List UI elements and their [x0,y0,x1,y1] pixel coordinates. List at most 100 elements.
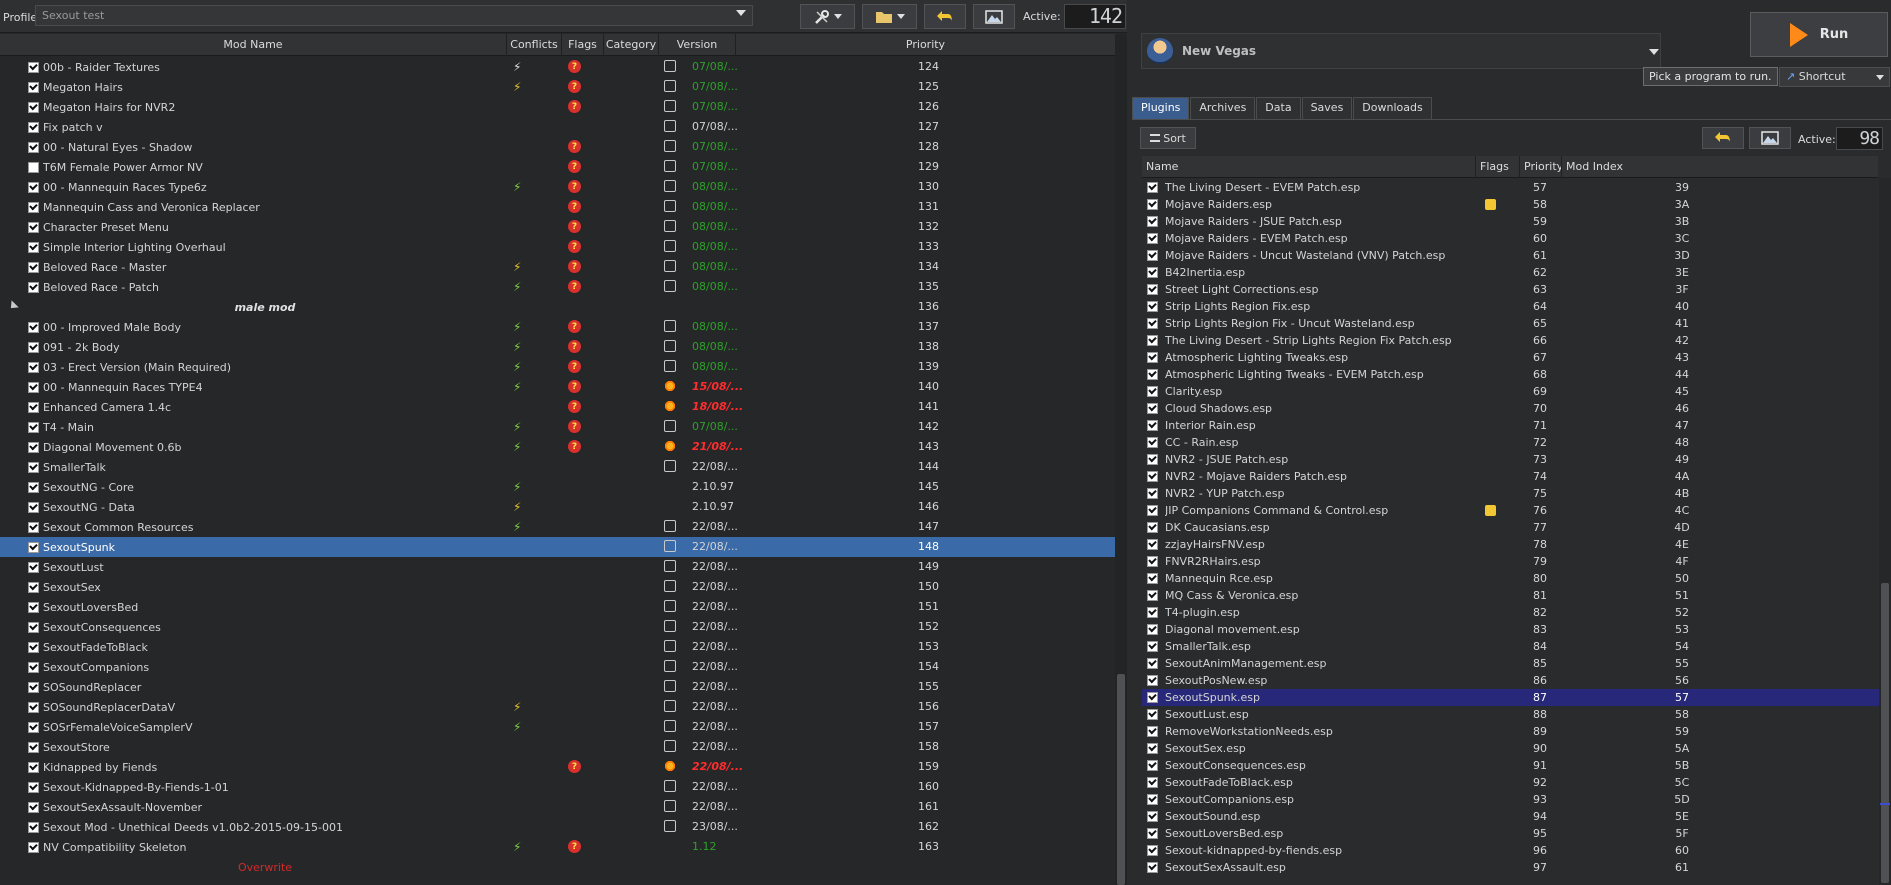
mod-row[interactable]: 00b - Raider Textures ⚡ 07/08/... 124 [0,57,1115,77]
mod-checkbox[interactable] [28,841,39,853]
plugin-row[interactable]: zzjayHairsFNV.esp 78 4E [1142,536,1888,553]
plugin-row[interactable]: Interior Rain.esp 71 47 [1142,417,1888,434]
mod-checkbox[interactable] [28,541,39,553]
plugin-checkbox[interactable] [1147,845,1158,856]
plugin-row[interactable]: SexoutLust.esp 88 58 [1142,706,1888,723]
plugin-checkbox[interactable] [1147,284,1158,295]
tools-button[interactable] [800,4,855,29]
mod-row[interactable]: SexoutSex 22/08/... 150 [0,577,1115,597]
run-button[interactable]: Run [1750,12,1888,57]
plugin-checkbox[interactable] [1147,726,1158,737]
plugin-checkbox[interactable] [1147,658,1158,669]
plugin-checkbox[interactable] [1147,556,1158,567]
plugin-row[interactable]: MQ Cass & Veronica.esp 81 51 [1142,587,1888,604]
plugin-row[interactable]: DK Caucasians.esp 77 4D [1142,519,1888,536]
plugin-checkbox[interactable] [1147,267,1158,278]
plugin-row[interactable]: RemoveWorkstationNeeds.esp 89 59 [1142,723,1888,740]
plugin-checkbox[interactable] [1147,624,1158,635]
mod-checkbox[interactable] [28,401,39,413]
plugin-row[interactable]: SexoutSex.esp 90 5A [1142,740,1888,757]
plugin-checkbox[interactable] [1147,386,1158,397]
plugin-row[interactable]: The Living Desert - Strip Lights Region … [1142,332,1888,349]
mod-row[interactable]: Kidnapped by Fiends 22/08/... 159 [0,757,1115,777]
plugin-row[interactable]: SexoutLoversBed.esp 95 5F [1142,825,1888,842]
mod-checkbox[interactable] [28,241,39,253]
plugin-row[interactable]: Mojave Raiders - JSUE Patch.esp 59 3B [1142,213,1888,230]
mod-checkbox[interactable] [28,501,39,513]
mod-checkbox[interactable] [28,161,39,173]
mod-row[interactable]: 00 - Improved Male Body ⚡ 08/08/... 137 [0,317,1115,337]
mod-checkbox[interactable] [28,361,39,373]
plugin-list[interactable]: The Living Desert - EVEM Patch.esp 57 39 Mo… [1142,179,1888,885]
plugin-checkbox[interactable] [1147,437,1158,448]
shortcut-button[interactable]: ↗ Shortcut [1779,67,1890,87]
mod-row[interactable]: SOSoundReplacerDataV ⚡ 22/08/... 156 [0,697,1115,717]
plugin-checkbox[interactable] [1147,488,1158,499]
col-flags[interactable]: Flags [562,34,604,56]
mod-row[interactable]: 00 - Mannequin Races Type6z ⚡ 08/08/... 130 [0,177,1115,197]
mod-checkbox[interactable] [28,61,39,73]
plugin-row[interactable]: SexoutSound.esp 94 5E [1142,808,1888,825]
chevron-down-icon[interactable] [1649,49,1659,55]
mod-checkbox[interactable] [28,781,39,793]
mod-row[interactable]: SexoutNG - Data ⚡ 2.10.97 146 [0,497,1115,517]
plugin-row[interactable]: T4-plugin.esp 82 52 [1142,604,1888,621]
plugin-row[interactable]: CC - Rain.esp 72 48 [1142,434,1888,451]
plugin-row[interactable]: Atmospheric Lighting Tweaks.esp 67 43 [1142,349,1888,366]
mod-checkbox[interactable] [28,741,39,753]
tab-downloads[interactable]: Downloads [1353,97,1432,119]
tab-archives[interactable]: Archives [1190,97,1256,119]
executable-select[interactable]: New Vegas [1141,33,1661,69]
plugin-row[interactable]: Street Light Corrections.esp 63 3F [1142,281,1888,298]
mod-row[interactable]: SexoutLoversBed 22/08/... 151 [0,597,1115,617]
plugin-checkbox[interactable] [1147,216,1158,227]
mod-row[interactable]: T6M Female Power Armor NV 07/08/... 129 [0,157,1115,177]
mod-list[interactable]: 00b - Raider Textures ⚡ 07/08/... 124 Megato… [0,57,1115,885]
mod-row[interactable]: Enhanced Camera 1.4c 18/08/... 141 [0,397,1115,417]
restore-backup-button[interactable] [924,4,966,29]
mod-row[interactable]: 00 - Natural Eyes - Shadow 07/08/... 128 [0,137,1115,157]
mod-checkbox[interactable] [28,661,39,673]
mod-checkbox[interactable] [28,141,39,153]
mod-row[interactable]: Megaton Hairs ⚡ 07/08/... 125 [0,77,1115,97]
col-mod-index[interactable]: Mod Index [1562,156,1878,178]
plugin-checkbox[interactable] [1147,607,1158,618]
mod-checkbox[interactable] [28,341,39,353]
plugin-row[interactable]: Clarity.esp 69 45 [1142,383,1888,400]
col-name[interactable]: Name [1142,156,1476,178]
plugin-checkbox[interactable] [1147,301,1158,312]
plugin-row[interactable]: FNVR2RHairs.esp 79 4F [1142,553,1888,570]
mod-checkbox[interactable] [28,201,39,213]
plugin-row[interactable]: SexoutAnimManagement.esp 85 55 [1142,655,1888,672]
mod-row[interactable]: SexoutCompanions 22/08/... 154 [0,657,1115,677]
mod-row[interactable]: SexoutSexAssault-November 22/08/... 161 [0,797,1115,817]
col-conflicts[interactable]: Conflicts [507,34,562,56]
mod-checkbox[interactable] [28,101,39,113]
plugin-row[interactable]: Cloud Shadows.esp 70 46 [1142,400,1888,417]
plugin-checkbox[interactable] [1147,709,1158,720]
open-folder-button[interactable] [862,4,917,29]
mod-checkbox[interactable] [28,701,39,713]
plugins-backup-button[interactable] [1749,127,1791,149]
col-mod-name[interactable]: Mod Name [0,34,507,56]
mod-row[interactable]: 03 - Erect Version (Main Required) ⚡ 08/08… [0,357,1115,377]
mod-checkbox[interactable] [28,81,39,93]
plugin-checkbox[interactable] [1147,420,1158,431]
plugin-checkbox[interactable] [1147,760,1158,771]
plugin-checkbox[interactable] [1147,182,1158,193]
mod-checkbox[interactable] [28,441,39,453]
mod-row[interactable]: Beloved Race - Patch ⚡ 08/08/... 135 [0,277,1115,297]
mod-row[interactable]: Beloved Race - Master ⚡ 08/08/... 134 [0,257,1115,277]
mod-row[interactable]: SexoutSpunk 22/08/... 148 [0,537,1115,557]
profile-select[interactable]: Sexout test [35,5,753,26]
mod-checkbox[interactable] [28,121,39,133]
plugins-restore-button[interactable] [1702,127,1744,149]
plugin-row[interactable]: Strip Lights Region Fix - Uncut Wastelan… [1142,315,1888,332]
col-priority[interactable]: Priority [1520,156,1562,178]
plugin-row[interactable]: Mannequin Rce.esp 80 50 [1142,570,1888,587]
collapse-triangle-icon[interactable] [7,300,19,312]
plugin-checkbox[interactable] [1147,522,1158,533]
plugin-row[interactable]: Sexout-kidnapped-by-fiends.esp 96 60 [1142,842,1888,859]
plugin-checkbox[interactable] [1147,794,1158,805]
plugin-row[interactable]: NVR2 - YUP Patch.esp 75 4B [1142,485,1888,502]
